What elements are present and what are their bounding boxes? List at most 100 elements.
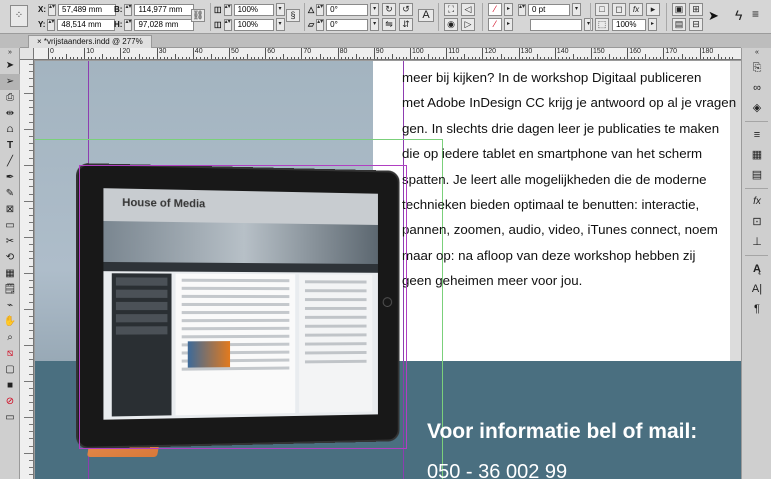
text-reference-icon[interactable]: A <box>418 9 434 22</box>
scale-x-dropdown-icon[interactable]: ▾ <box>275 3 285 16</box>
y-field[interactable]: 48,514 mm <box>57 18 116 31</box>
y-stepper[interactable]: ▴▾ <box>47 18 56 31</box>
select-previous-icon[interactable]: ◁ <box>461 3 475 16</box>
rotate-stepper[interactable]: ▴▾ <box>316 3 325 16</box>
scale-x-field[interactable]: 100% <box>233 3 274 16</box>
opacity-dropdown-icon[interactable]: ▸ <box>648 18 657 31</box>
gradient-tool-icon[interactable]: ▦ <box>0 266 20 282</box>
formatting-affects-container-icon[interactable]: ▢ <box>0 362 20 378</box>
rectangle-tool-icon[interactable]: ▭ <box>0 218 20 234</box>
drop-shadow-toggle-icon[interactable]: □ <box>595 3 609 16</box>
pencil-tool-icon[interactable]: ✎ <box>0 186 20 202</box>
document-canvas[interactable]: meer bij kijken? In de workshop Digitaal… <box>35 61 741 479</box>
note-tool-icon[interactable]: 🗒 <box>0 282 20 298</box>
body-text-frame[interactable]: meer bij kijken? In de workshop Digitaal… <box>402 65 737 294</box>
pen-tool-icon[interactable]: ✒ <box>0 170 20 186</box>
panel-menu-icon[interactable]: ≡ <box>752 7 759 21</box>
apply-color-icon[interactable]: ■ <box>0 378 20 394</box>
height-stepper[interactable]: ▴▾ <box>124 18 133 31</box>
shear-dropdown-icon[interactable]: ▾ <box>370 18 380 31</box>
vertical-ruler[interactable] <box>20 60 34 479</box>
links-panel-icon[interactable]: ∞ <box>742 78 771 98</box>
eyedropper-tool-icon[interactable]: ⌁ <box>0 298 20 314</box>
gradient-panel-icon[interactable]: ▤ <box>742 165 771 185</box>
flip-horizontal-icon[interactable]: ⇋ <box>382 18 396 31</box>
line-tool-icon[interactable]: ╱ <box>0 154 20 170</box>
align-panel-icon[interactable]: ⊥ <box>742 232 771 252</box>
effects-icon[interactable]: fx <box>629 3 643 16</box>
fill-stroke-icon[interactable]: ⧅ <box>0 346 20 362</box>
flip-vertical-icon[interactable]: ⇵ <box>399 18 413 31</box>
stroke-type-dropdown-icon[interactable]: ▾ <box>584 18 593 31</box>
link-scale-icon[interactable]: § <box>286 9 300 22</box>
opacity-field[interactable]: 100% <box>612 18 646 31</box>
rotate-cw-icon[interactable]: ↻ <box>382 3 396 16</box>
screen-mode-icon[interactable]: ▭ <box>0 410 20 426</box>
character-styles-panel-icon[interactable]: Ą <box>742 259 771 279</box>
scissors-tool-icon[interactable]: ✂ <box>0 234 20 250</box>
rectangle-frame-tool-icon[interactable]: ⊠ <box>0 202 20 218</box>
constrain-proportions-icon[interactable]: ⛓ <box>191 9 205 22</box>
scale-y-stepper[interactable]: ▴▾ <box>223 18 232 31</box>
fit-content-icon[interactable]: ⊞ <box>689 3 703 16</box>
text-wrap-panel-icon[interactable]: ⊡ <box>742 212 771 232</box>
zoom-tool-icon[interactable]: ⌕ <box>0 330 20 346</box>
horizontal-ruler[interactable]: 0 10 20 30 40 50 60 70 80 90 100 110 120 130 140 150 160… <box>34 48 741 60</box>
frame-fitting-icon[interactable]: ▤ <box>672 18 686 31</box>
free-transform-tool-icon[interactable]: ⟲ <box>0 250 20 266</box>
scale-x-stepper[interactable]: ▴▾ <box>223 3 232 16</box>
reference-point-icon[interactable]: ⁘ <box>10 5 28 27</box>
rotate-ccw-icon[interactable]: ↺ <box>399 3 413 16</box>
select-next-icon[interactable]: ▷ <box>461 18 475 31</box>
gap-tool-icon[interactable]: ⇹ <box>0 106 20 122</box>
effects-panel-icon[interactable]: ▸ <box>646 3 660 16</box>
stroke-type-select[interactable] <box>530 18 582 31</box>
swatches-panel-icon[interactable]: ▦ <box>742 145 771 165</box>
stroke-weight-stepper[interactable]: ▴▾ <box>518 3 526 16</box>
direct-selection-tool-icon[interactable]: ➢ <box>0 74 20 90</box>
rotate-dropdown-icon[interactable]: ▾ <box>370 3 380 16</box>
select-container-icon[interactable]: ⛶ <box>444 3 458 16</box>
effects-panel-icon[interactable]: fx <box>742 192 771 212</box>
fill-swatch-icon[interactable]: ⁄ <box>488 3 502 16</box>
layers-panel-icon[interactable]: ◈ <box>742 98 771 118</box>
apply-shadow-icon[interactable]: ◻ <box>612 3 626 16</box>
width-field[interactable]: 114,977 mm <box>134 3 195 16</box>
document-tab[interactable]: × *vrijstaanders.indd @ 277% <box>28 35 152 48</box>
type-tool-icon[interactable]: T <box>0 138 20 154</box>
stroke-weight-field[interactable]: 0 pt <box>528 3 570 16</box>
scale-y-dropdown-icon[interactable]: ▾ <box>275 18 285 31</box>
stroke-weight-dropdown-icon[interactable]: ▾ <box>572 3 581 16</box>
width-stepper[interactable]: ▴▾ <box>124 3 133 16</box>
stroke-dropdown-icon[interactable]: ▸ <box>504 18 513 31</box>
stroke-panel-icon[interactable]: ≡ <box>742 125 771 145</box>
collapse-panels-icon[interactable]: « <box>742 48 771 58</box>
rotate-field[interactable]: 0° <box>326 3 369 16</box>
fit-frame-icon[interactable]: ⊟ <box>689 18 703 31</box>
height-field[interactable]: 97,028 mm <box>134 18 195 31</box>
text-wrap-icon[interactable]: ▣ <box>672 3 686 16</box>
x-field[interactable]: 57,489 mm <box>58 3 116 16</box>
ruler-origin[interactable] <box>20 48 34 60</box>
page-tool-icon[interactable]: ⎙ <box>0 90 20 106</box>
selection-bounding-box[interactable] <box>79 165 407 449</box>
pages-panel-icon[interactable]: ⎘ <box>742 58 771 78</box>
close-tab-icon[interactable]: × <box>37 37 42 46</box>
x-stepper[interactable]: ▴▾ <box>48 3 56 16</box>
character-panel-icon[interactable]: A| <box>742 279 771 299</box>
apply-none-icon[interactable]: ⊘ <box>0 394 20 410</box>
paragraph-panel-icon[interactable]: ¶ <box>742 299 771 319</box>
opacity-icon[interactable]: ⬚ <box>595 18 609 31</box>
lightning-icon[interactable]: ϟ <box>735 7 742 23</box>
content-collector-icon[interactable]: ⩍ <box>0 122 20 138</box>
scale-y-field[interactable]: 100% <box>233 18 274 31</box>
selection-tool-icon[interactable]: ➤ <box>0 58 20 74</box>
hand-tool-icon[interactable]: ✋ <box>0 314 20 330</box>
shear-stepper[interactable]: ▴▾ <box>316 18 325 31</box>
contact-frame[interactable]: Voor informatie bel of mail: 050 - 36 00… <box>427 417 697 479</box>
collapse-tools-icon[interactable]: » <box>0 48 20 58</box>
fill-dropdown-icon[interactable]: ▸ <box>504 3 513 16</box>
stroke-swatch-icon[interactable]: ⁄ <box>488 18 502 31</box>
select-content-icon[interactable]: ◉ <box>444 18 458 31</box>
shear-field[interactable]: 0° <box>326 18 369 31</box>
